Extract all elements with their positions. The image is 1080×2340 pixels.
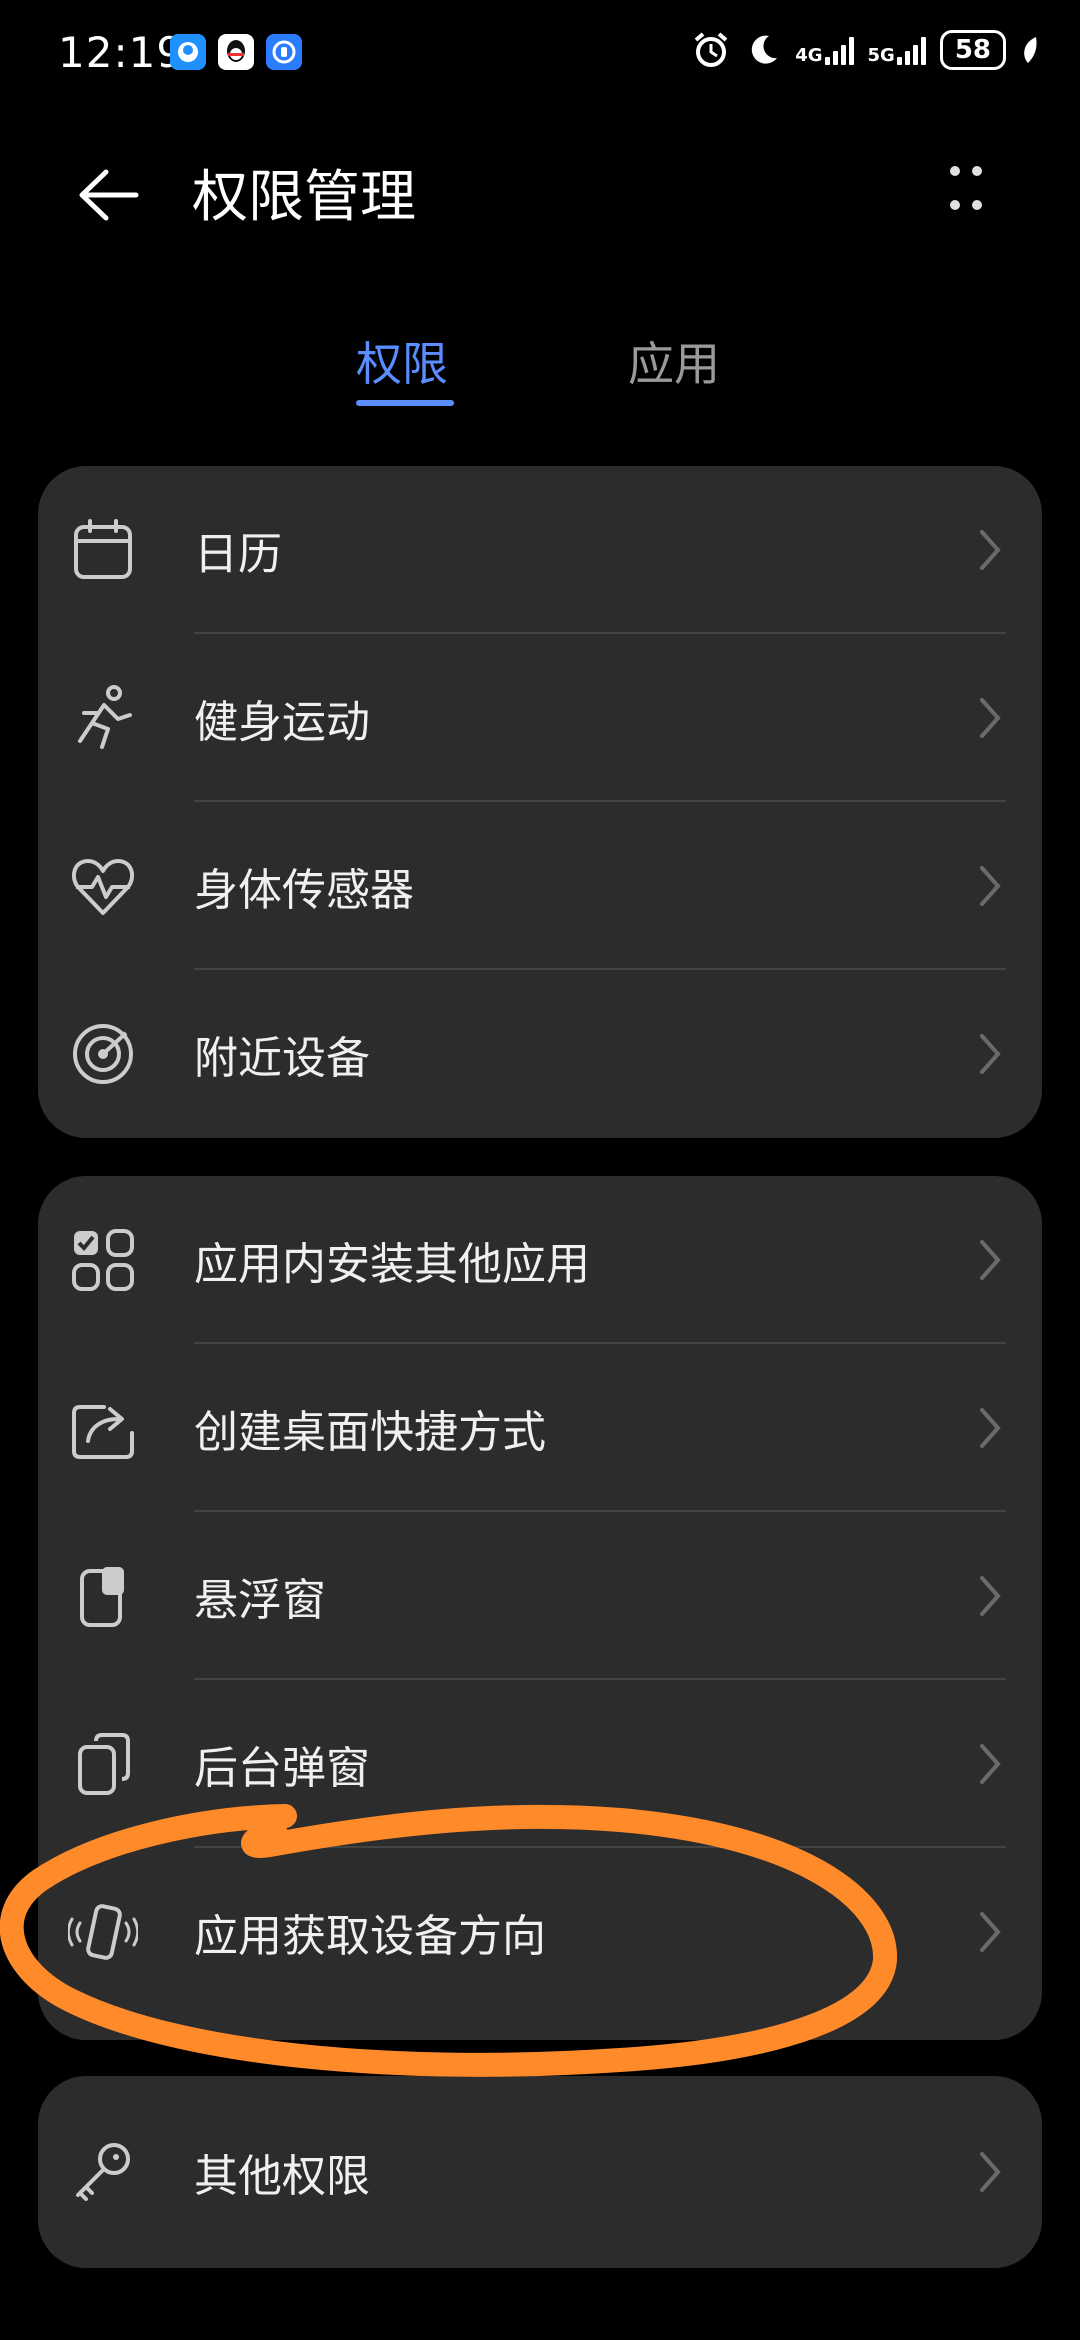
signal-bars-icon-2 [896,35,926,65]
item-label: 应用获取设备方向 [194,1911,546,1962]
signal-5g: 5G [868,35,926,65]
back-arrow-icon[interactable] [74,160,144,230]
item-label: 附近设备 [194,1033,370,1084]
net-5g-label: 5G [867,45,895,66]
floating-window-icon [80,1567,124,1627]
more-options-icon[interactable] [940,160,990,220]
eco-leaf-icon [1024,37,1037,63]
item-label: 日历 [194,529,282,580]
permission-item-fitness[interactable]: 健身运动 [38,634,1042,802]
chevron-right-icon [980,866,1001,906]
chevron-right-icon [980,2152,1001,2192]
running-icon [78,685,132,749]
alarm-icon [694,32,728,67]
heart-pulse-icon [71,859,135,915]
tab-apps[interactable]: 应用 [628,328,720,394]
calendar-icon [74,519,132,579]
permission-item-desktop-shortcut[interactable]: 创建桌面快捷方式 [38,1344,1042,1512]
chevron-right-icon [980,698,1001,738]
device-orientation-icon [68,1904,138,1960]
battery-indicator: 58 [939,30,1006,70]
permission-group-3: 其他权限 [38,2076,1042,2268]
item-label: 身体传感器 [194,865,414,916]
qq-notification-icon [218,34,254,70]
app-notification-icon [170,34,206,70]
chevron-right-icon [980,1240,1001,1280]
permission-item-device-orientation[interactable]: 应用获取设备方向 [38,1848,1042,2016]
permission-item-other[interactable]: 其他权限 [38,2076,1042,2268]
item-label: 创建桌面快捷方式 [194,1407,546,1458]
signal-bars-icon [824,35,854,65]
chevron-right-icon [980,1408,1001,1448]
permission-item-nearby-devices[interactable]: 附近设备 [38,970,1042,1138]
permission-group-1: 日历 健身运动 身体传感器 附近设备 [38,466,1042,1138]
item-label: 后台弹窗 [194,1743,370,1794]
permission-item-body-sensors[interactable]: 身体传感器 [38,802,1042,970]
notification-icons [170,34,302,70]
status-bar: 12:19 4G 5G 58 [0,0,1080,110]
item-label: 其他权限 [194,2151,370,2202]
status-right-icons: 4G 5G 58 [691,30,1040,70]
permission-item-calendar[interactable]: 日历 [38,466,1042,634]
background-popup-icon [78,1733,130,1795]
chevron-right-icon [980,530,1001,570]
tab-active-indicator [356,400,454,406]
page-title: 权限管理 [192,165,416,230]
shortcut-share-icon [72,1405,134,1459]
item-label: 健身运动 [194,697,370,748]
chevron-right-icon [980,1912,1001,1952]
permission-item-background-popup[interactable]: 后台弹窗 [38,1680,1042,1848]
key-icon [76,2143,130,2201]
chevron-right-icon [980,1034,1001,1074]
net-4g-label: 4G [795,45,823,66]
tab-permissions[interactable]: 权限 [356,328,448,394]
status-time: 12:19 [58,28,185,77]
signal-4g: 4G [795,35,854,66]
permission-group-2: 应用内安装其他应用 创建桌面快捷方式 悬浮窗 后台弹窗 应用获取设备方向 [38,1176,1042,2040]
nearby-radar-icon [73,1024,133,1084]
item-label: 悬浮窗 [194,1575,326,1626]
chevron-right-icon [980,1576,1001,1616]
do-not-disturb-moon-icon [751,35,778,64]
install-apps-icon [72,1229,134,1291]
app-notification-icon-2 [266,34,302,70]
item-label: 应用内安装其他应用 [194,1239,590,1290]
permission-item-install-apps[interactable]: 应用内安装其他应用 [38,1176,1042,1344]
chevron-right-icon [980,1744,1001,1784]
permission-item-floating-window[interactable]: 悬浮窗 [38,1512,1042,1680]
